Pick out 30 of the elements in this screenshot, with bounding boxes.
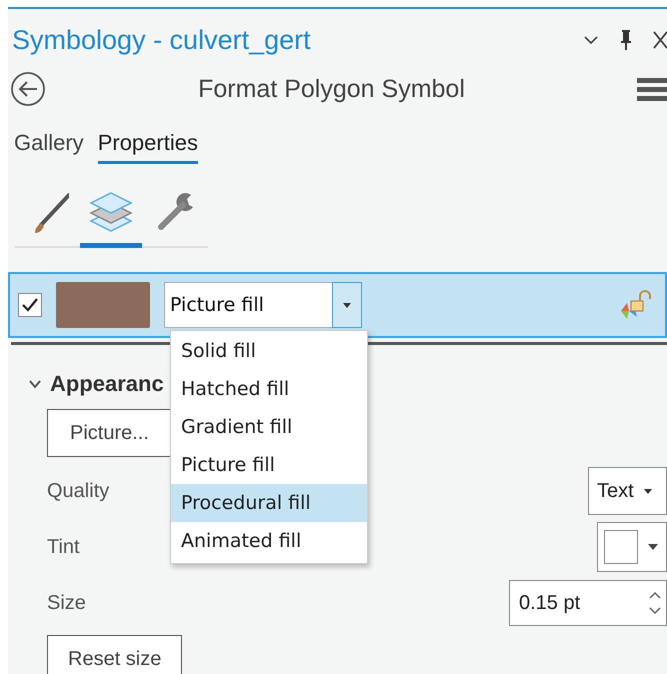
caret-icon (343, 302, 351, 308)
caret-icon (648, 544, 658, 550)
size-field[interactable]: 0.15 pt (509, 580, 667, 626)
menu-item[interactable]: Procedural fill (171, 484, 367, 522)
close-icon[interactable] (653, 30, 667, 50)
chevron-down-icon[interactable] (583, 35, 599, 45)
check-icon (21, 297, 39, 313)
chevron-down-icon[interactable] (28, 379, 42, 389)
reset-size-button[interactable]: Reset size (47, 635, 182, 674)
menu-item[interactable]: Animated fill (171, 522, 367, 560)
quality-dropdown[interactable]: Text (588, 467, 667, 515)
tab[interactable]: Gallery (14, 128, 84, 164)
back-icon[interactable] (10, 71, 46, 107)
menu-icon[interactable] (637, 77, 667, 101)
spinner-arrows-icon (648, 589, 662, 617)
menu-item[interactable]: Hatched fill (171, 370, 367, 408)
caret-icon (644, 488, 652, 494)
field-label: Size (47, 592, 86, 614)
field-label: Tint (47, 536, 80, 558)
layer-row[interactable]: Picture fill (8, 272, 667, 338)
tab[interactable]: Properties (98, 128, 198, 164)
color-swatch[interactable] (56, 282, 150, 328)
color-dropdown[interactable] (597, 522, 667, 572)
field-label: Quality (47, 480, 110, 502)
checkbox[interactable] (18, 293, 42, 317)
section-heading[interactable]: Appearanc (50, 371, 164, 397)
panel-heading: Format Polygon Symbol (197, 74, 466, 104)
pane-title: Symbology - culvert_gert (12, 24, 312, 56)
pin-icon[interactable] (619, 29, 633, 51)
fill-type-dropdown[interactable]: Picture fill (164, 282, 362, 328)
